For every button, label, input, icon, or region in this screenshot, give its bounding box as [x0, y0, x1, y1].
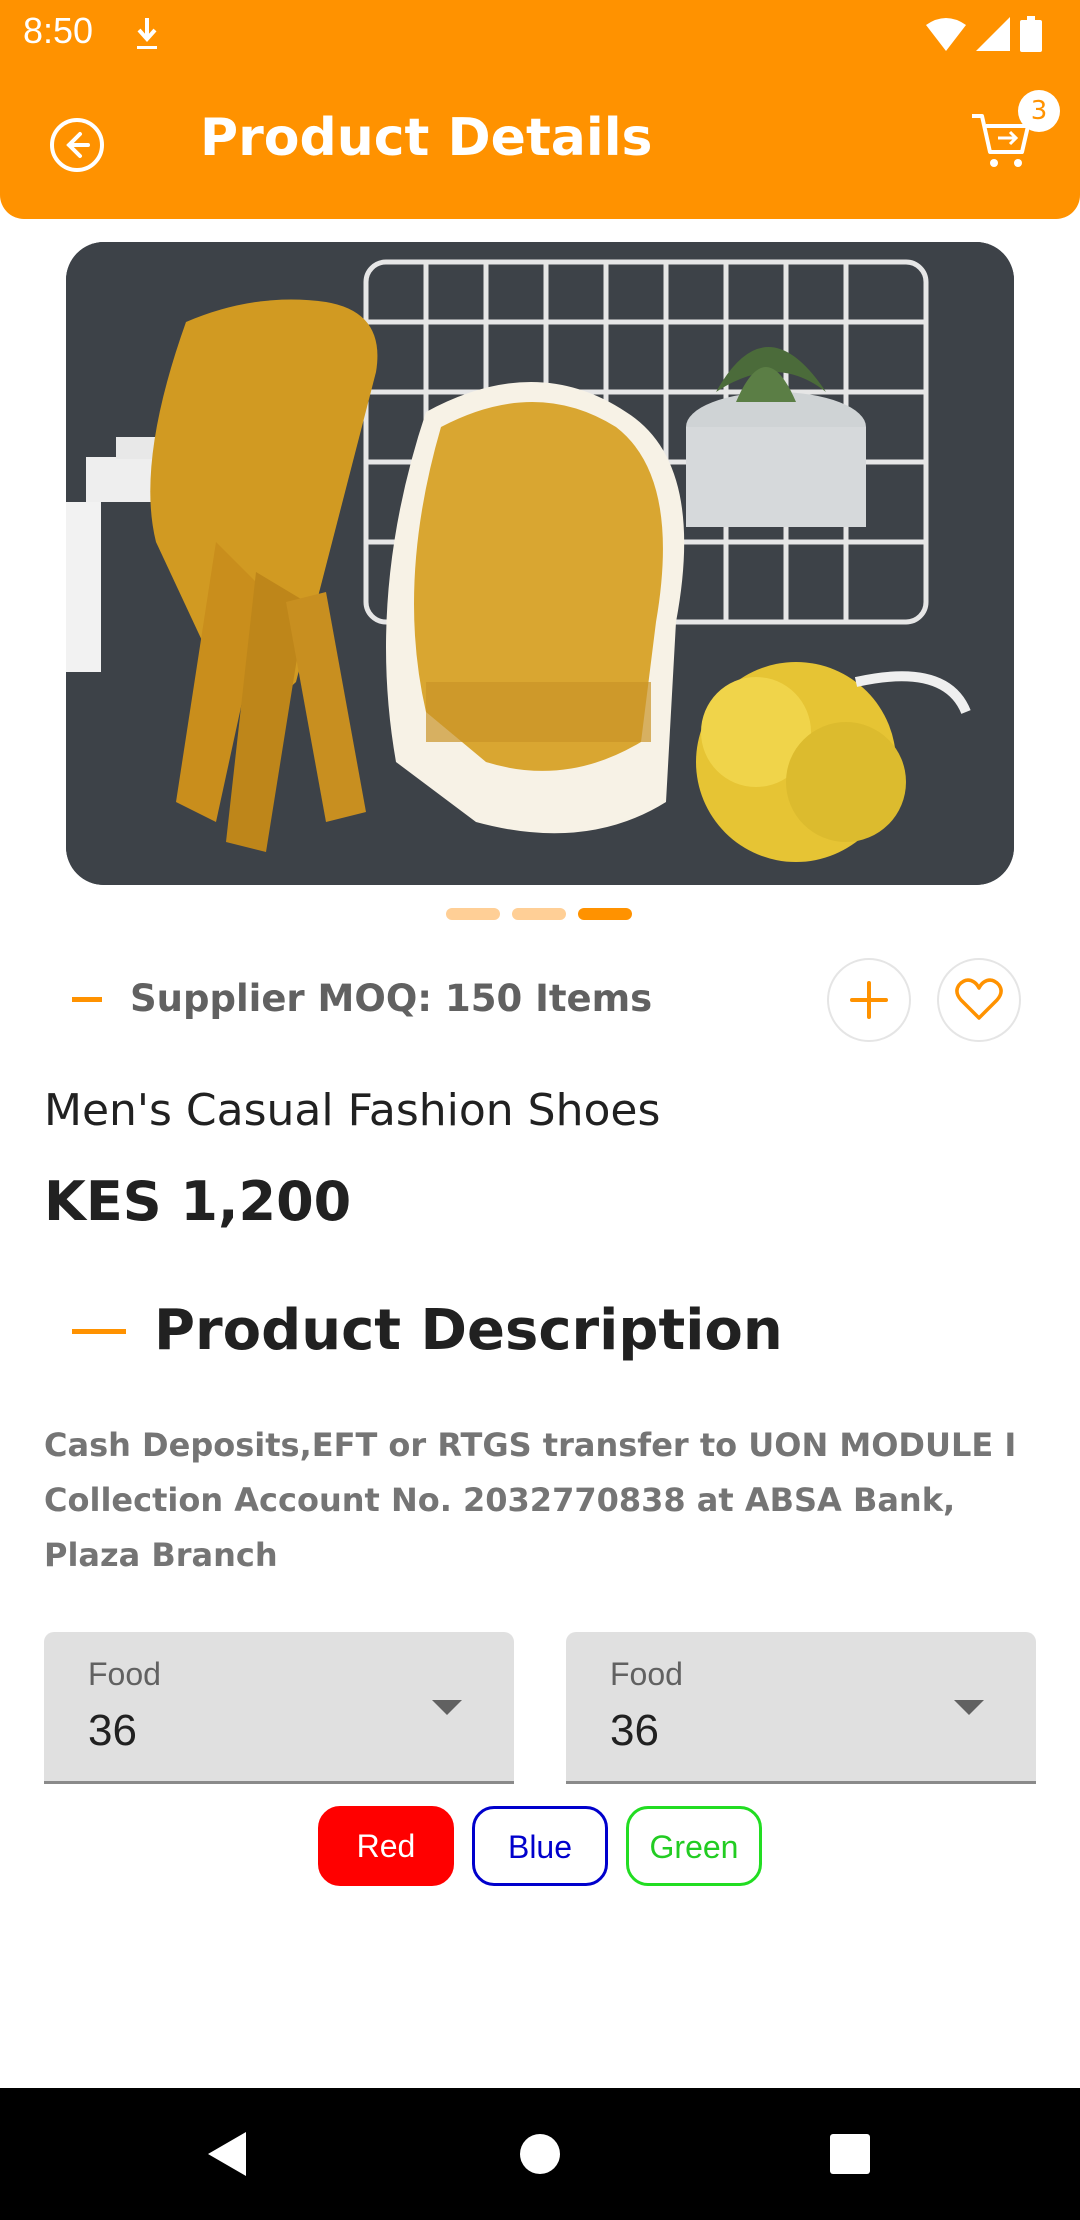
description-text: Cash Deposits,EFT or RTGS transfer to UO… [44, 1426, 1017, 1574]
supplier-moq: Supplier MOQ: 150 Items [130, 977, 653, 1020]
system-nav-bar [0, 2088, 1080, 2220]
dropdown-value: 36 [610, 1706, 659, 1755]
chevron-down-icon [954, 1700, 984, 1715]
favorite-button[interactable] [937, 958, 1021, 1042]
nav-back-icon[interactable] [200, 2124, 260, 2184]
carousel-indicator [446, 908, 632, 920]
moq-dash [72, 997, 102, 1002]
page-title: Product Details [200, 108, 653, 168]
status-bar: 8:50 [0, 0, 1080, 66]
status-time: 8:50 [23, 10, 94, 51]
nav-recents-icon[interactable] [820, 2124, 880, 2184]
description-dash [72, 1329, 126, 1334]
heart-icon [955, 978, 1003, 1020]
color-chip-red[interactable]: Red [318, 1806, 454, 1886]
description-title: Product Description [154, 1298, 783, 1363]
add-to-cart-button[interactable] [827, 958, 911, 1042]
nav-home-icon[interactable] [510, 2124, 570, 2184]
carousel-dot[interactable] [512, 908, 566, 920]
dropdown-label: Food [610, 1656, 683, 1692]
app-bar: Product Details 3 [0, 66, 1080, 219]
food-dropdown-2[interactable]: Food 36 [566, 1632, 1036, 1784]
product-image[interactable] [66, 242, 1014, 885]
color-chip-blue[interactable]: Blue [472, 1806, 608, 1886]
battery-icon [1020, 16, 1042, 52]
carousel-dot-active[interactable] [578, 908, 632, 920]
wifi-icon [926, 18, 966, 51]
status-icons [926, 14, 1042, 54]
back-icon[interactable] [48, 116, 106, 174]
signal-icon [976, 17, 1010, 51]
food-dropdown-1[interactable]: Food 36 [44, 1632, 514, 1784]
chevron-down-icon [432, 1700, 462, 1715]
cart-count-badge: 3 [1018, 90, 1060, 132]
dropdown-value: 36 [88, 1706, 137, 1755]
dropdown-label: Food [88, 1656, 161, 1692]
plus-icon [850, 981, 888, 1019]
product-photo [66, 242, 1014, 885]
product-price: KES 1,200 [44, 1170, 352, 1233]
carousel-dot[interactable] [446, 908, 500, 920]
color-chip-green[interactable]: Green [626, 1806, 762, 1886]
product-name: Men's Casual Fashion Shoes [44, 1085, 661, 1136]
download-icon [137, 18, 157, 49]
